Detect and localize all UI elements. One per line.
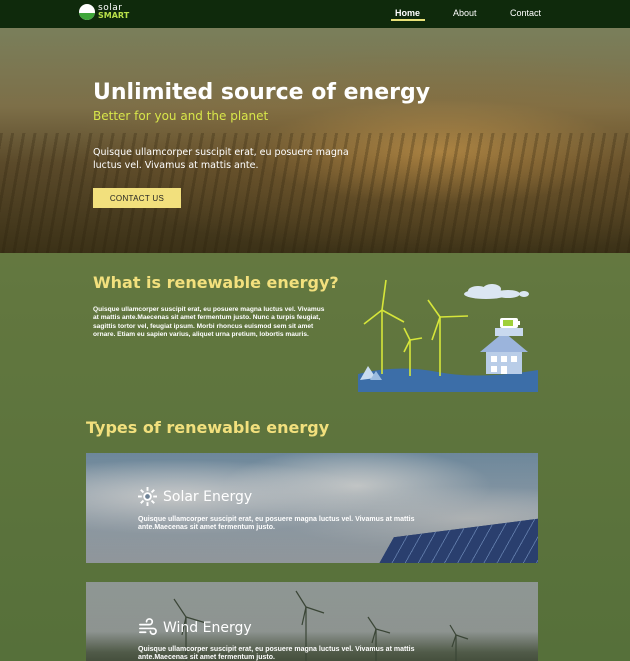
- wind-energy-card[interactable]: Wind Energy Quisque ullamcorper suscipit…: [86, 582, 538, 661]
- contact-us-button[interactable]: CONTACT US: [93, 188, 181, 208]
- nav-home-link[interactable]: Home: [395, 8, 420, 18]
- what-is-renewable-text: Quisque ullamcorper suscipit erat, eu po…: [93, 306, 325, 339]
- nav-active-indicator: [391, 19, 425, 21]
- hero-description: Quisque ullamcorper suscipit erat, eu po…: [93, 147, 349, 171]
- nav-about-link[interactable]: About: [453, 8, 477, 18]
- wind-icon: [138, 618, 157, 637]
- cloud-icon: [464, 284, 529, 299]
- hero-title: Unlimited source of energy: [93, 80, 431, 105]
- what-is-renewable-heading: What is renewable energy?: [93, 273, 339, 292]
- renewable-energy-illustration: [358, 279, 538, 392]
- nav-links: Home About Contact: [0, 0, 630, 28]
- nav-contact-link[interactable]: Contact: [510, 8, 541, 18]
- wind-turbine-icon: [363, 279, 469, 376]
- top-navbar: solar SMART Home About Contact: [0, 0, 630, 28]
- solar-energy-title: Solar Energy: [163, 488, 253, 505]
- sun-icon: [138, 487, 157, 506]
- types-of-renewable-heading: Types of renewable energy: [86, 418, 330, 437]
- solar-energy-text: Quisque ullamcorper suscipit erat, eu po…: [138, 516, 415, 532]
- wind-energy-text: Quisque ullamcorper suscipit erat, eu po…: [138, 646, 415, 661]
- hero-section: Unlimited source of energy Better for yo…: [0, 28, 630, 253]
- solar-energy-card[interactable]: Solar Energy Quisque ullamcorper suscipi…: [86, 453, 538, 563]
- wind-energy-title: Wind Energy: [163, 619, 252, 636]
- hero-subtitle: Better for you and the planet: [93, 109, 269, 123]
- house-icon: [480, 318, 528, 374]
